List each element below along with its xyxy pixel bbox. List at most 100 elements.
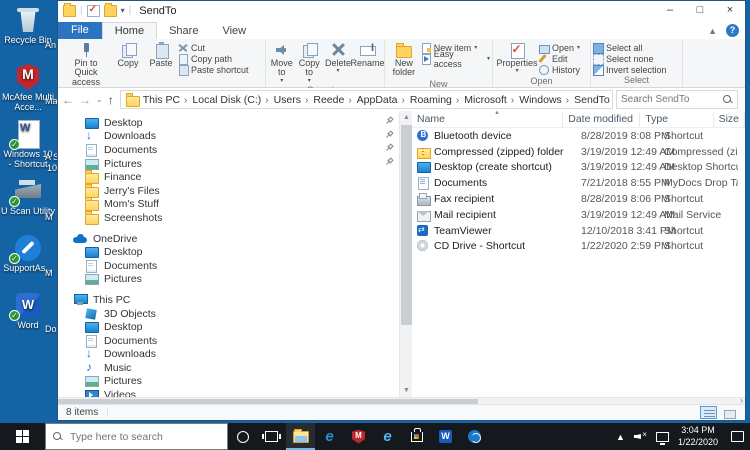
cortana-button[interactable] [228,423,257,450]
scrollbar-thumb[interactable] [401,125,412,325]
file-row[interactable]: Compressed (zipped) folder 3/19/2019 12:… [412,144,745,160]
horizontal-scrollbar[interactable]: › [58,397,745,404]
nav-item[interactable]: Pictures [58,273,399,287]
titlebar[interactable]: | ▾ | SendTo – □ × [58,1,745,20]
copy-path-button[interactable]: Copy path [178,53,260,64]
nav-item[interactable]: Desktop [58,116,399,130]
maximize-button[interactable]: □ [685,1,715,20]
nav-item[interactable]: Screenshots [58,211,399,225]
taskbar-search-input[interactable] [70,431,220,443]
file-row[interactable]: Bluetooth device 8/28/2019 8:08 PM Short… [412,128,745,144]
nav-scrollbar[interactable]: ▲ ▼ [399,111,412,397]
copy-to-button[interactable]: Copy to▾ [296,40,324,85]
nav-item[interactable]: Mom's Stuff [58,198,399,212]
column-header-type[interactable]: Type [640,112,713,127]
move-to-button[interactable]: Move to▾ [268,40,296,85]
edge-taskbar-button[interactable]: e [315,423,344,450]
breadcrumb-item[interactable]: Users [263,94,303,106]
history-button[interactable]: History [539,64,588,75]
desktop-icon[interactable]: Recycle Bin [1,5,55,62]
tab-view[interactable]: View [210,23,258,39]
explorer-search-input[interactable] [621,94,723,105]
invert-selection-button[interactable]: Invert selection [593,64,680,75]
qat-properties-icon[interactable] [87,5,100,17]
breadcrumb-item[interactable]: Reede [303,94,346,106]
breadcrumb-item[interactable]: This PC [141,94,182,106]
up-button[interactable]: ↑ [108,93,114,107]
nav-item[interactable]: Videos [58,388,399,397]
breadcrumb-item[interactable]: SendTo [564,94,612,106]
large-icons-view-button[interactable] [720,406,737,419]
open-button[interactable]: Open▾ [539,42,588,53]
qat-customize-icon[interactable]: ▾ [121,6,125,15]
file-row[interactable]: Fax recipient 8/28/2019 8:06 PM Shortcut [412,191,745,207]
explorer-search-box[interactable] [616,90,738,109]
nav-item[interactable]: 3D Objects [58,307,399,321]
nav-item[interactable]: Documents [58,259,399,273]
cut-button[interactable]: Cut [178,42,260,53]
column-header-date-modified[interactable]: Date modified [563,112,640,127]
copy-button[interactable]: Copy [112,40,144,69]
desktop-icon[interactable]: McAfee Multi Acce... [1,62,55,119]
details-view-button[interactable] [700,406,717,419]
word-taskbar-button[interactable]: W [431,423,460,450]
nav-item[interactable]: Documents [58,143,399,157]
file-row[interactable]: Mail recipient 3/19/2019 12:49 AM Mail S… [412,207,745,223]
desktop-icon[interactable]: U Scan Utility [1,176,55,233]
network-icon[interactable] [656,432,669,442]
action-center-icon[interactable] [731,431,744,442]
taskbar-search-box[interactable] [45,423,228,450]
nav-item[interactable]: Pictures [58,375,399,389]
nav-item[interactable]: Desktop [58,320,399,334]
microsoft-store-taskbar-button[interactable] [402,423,431,450]
column-header-name[interactable]: Name [412,112,563,127]
pin-to-quick-access-button[interactable]: Pin to Quick access [60,40,112,88]
breadcrumb-item[interactable]: Roaming [400,94,454,106]
show-hidden-icons-chevron[interactable]: ▲ [616,432,625,442]
file-row[interactable]: TeamViewer 12/10/2018 3:41 PM Shortcut [412,223,745,239]
edit-button[interactable]: Edit [539,53,588,64]
breadcrumb-item[interactable]: AppData [346,94,399,106]
scroll-right-icon[interactable]: › [740,396,743,405]
breadcrumb-item[interactable]: Windows [509,94,564,106]
nav-item[interactable]: This PC [58,293,399,307]
forward-button[interactable]: → [79,93,91,107]
nav-item[interactable]: Downloads [58,348,399,362]
minimize-ribbon-icon[interactable]: ▲ [708,26,717,36]
recent-locations-icon[interactable]: ⌄ [96,95,103,104]
nav-item[interactable]: Finance [58,170,399,184]
breadcrumb-item[interactable]: Microsoft [454,94,509,106]
address-breadcrumb[interactable]: This PCLocal Disk (C:)UsersReedeAppDataR… [120,90,613,109]
new-folder-button[interactable]: New folder [387,40,421,79]
file-row[interactable]: CD Drive - Shortcut 1/22/2020 2:59 PM Sh… [412,239,745,255]
easy-access-button[interactable]: Easy access▾ [421,53,490,64]
file-explorer-taskbar-button[interactable] [286,423,315,450]
tab-home[interactable]: Home [102,22,157,39]
nav-item[interactable]: Music [58,361,399,375]
volume-icon[interactable] [634,431,647,442]
file-row[interactable]: Documents 7/21/2018 8:55 PM MyDocs Drop … [412,175,745,191]
nav-item[interactable]: Desktop [58,245,399,259]
internet-explorer-taskbar-button[interactable]: e [373,423,402,450]
rename-button[interactable]: Rename [353,40,382,69]
paste-button[interactable]: Paste [144,40,178,69]
properties-button[interactable]: Properties▾ [495,40,539,76]
nav-item[interactable]: Downloads [58,130,399,144]
select-all-button[interactable]: Select all [593,42,680,53]
start-button[interactable] [0,423,45,450]
paste-shortcut-button[interactable]: Paste shortcut [178,64,260,75]
back-button[interactable]: ← [62,93,74,107]
hscrollbar-thumb[interactable] [58,399,478,404]
nav-item[interactable]: Jerry's Files [58,184,399,198]
clock[interactable]: 3:04 PM 1/22/2020 [678,425,718,448]
support-assist-taskbar-button[interactable] [460,423,489,450]
select-none-button[interactable]: Select none [593,53,680,64]
nav-item[interactable]: Documents [58,334,399,348]
nav-item[interactable]: Pictures [58,157,399,171]
tab-share[interactable]: Share [157,23,210,39]
delete-button[interactable]: Delete▾ [323,40,353,76]
nav-item[interactable]: OneDrive [58,232,399,246]
tab-file[interactable]: File [58,22,102,39]
desktop-icon[interactable]: Word [1,290,55,347]
minimize-button[interactable]: – [655,1,685,20]
